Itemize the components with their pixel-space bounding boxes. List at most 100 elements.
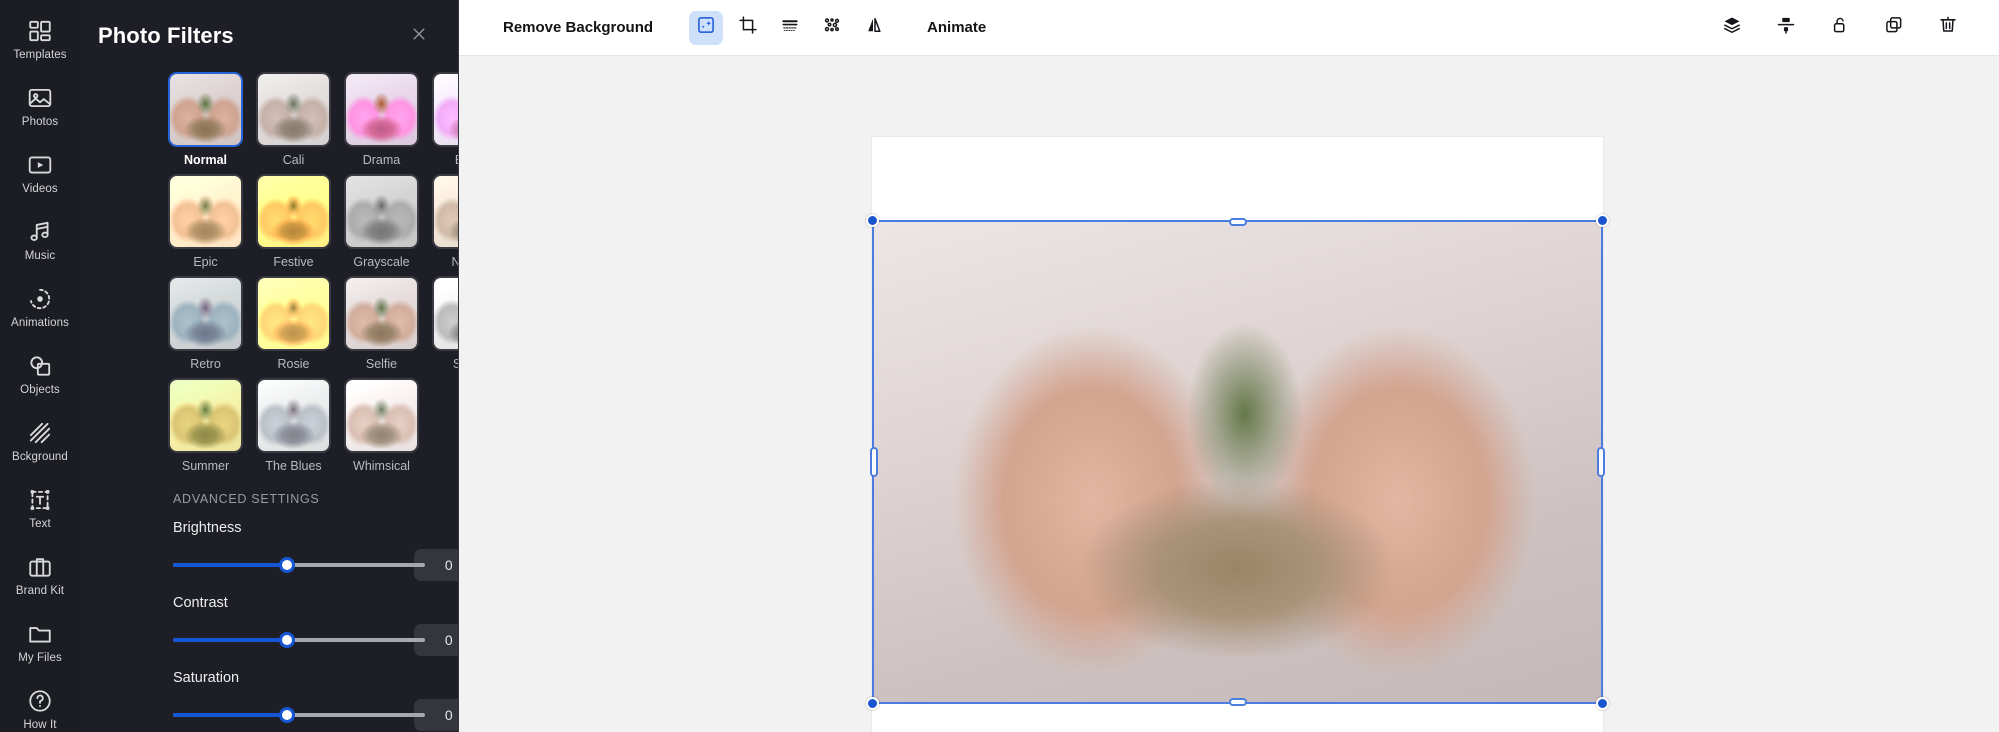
advanced-settings-heading: ADVANCED SETTINGS: [173, 492, 320, 506]
filter-label: Selfie: [365, 357, 398, 371]
sidebar-item-objects[interactable]: Objects: [0, 341, 80, 408]
adjustment-slider[interactable]: [173, 557, 425, 573]
filter-preview-image: [258, 278, 329, 349]
sidebar-item-label: How It: [23, 718, 57, 731]
sidebar-item-label: Bckground: [12, 450, 68, 463]
filter-cell[interactable]: Festive: [256, 174, 331, 270]
crop-icon: [738, 15, 758, 40]
filters-icon-button[interactable]: [689, 10, 724, 45]
sidebar-item-templates[interactable]: Templates: [0, 6, 80, 73]
filter-cell[interactable]: Epic: [168, 174, 243, 270]
filter-cell[interactable]: Nordic: [432, 174, 458, 270]
filter-label: Rosie: [277, 357, 310, 371]
sidebar-item-videos[interactable]: Videos: [0, 140, 80, 207]
slider-thumb[interactable]: [278, 707, 295, 723]
filter-label: The Blues: [265, 459, 322, 473]
filter-thumbnail: [256, 378, 331, 453]
help-icon: [27, 688, 53, 714]
advanced-controls: Brightness 0 Contrast 0 Saturation 0: [80, 520, 458, 731]
flip-icon-button[interactable]: [857, 11, 891, 45]
sidebar-item-label: Templates: [13, 48, 67, 61]
filter-label: Cali: [282, 153, 305, 167]
filter-grid: Normal Cali Drama Edge Epic Festive Grayscale N…: [168, 72, 458, 474]
sidebar-item-label: Animations: [11, 316, 69, 329]
photo-filters-panel: Photo Filters Normal Cali Drama Edge Epic Fes…: [80, 0, 459, 732]
filter-thumbnail: [344, 174, 419, 249]
sidebar-item-brand-kit[interactable]: Brand Kit: [0, 542, 80, 609]
close-button[interactable]: [402, 19, 436, 53]
duplicate-icon: [1884, 15, 1904, 40]
slider-thumb[interactable]: [278, 632, 295, 648]
effects-icon: [822, 15, 842, 40]
adjust-icon: [780, 15, 800, 40]
filter-preview-image: [258, 74, 329, 145]
filter-preview-image: [346, 74, 417, 145]
effects-icon-button[interactable]: [815, 11, 849, 45]
top-toolbar: Remove Background Animate: [459, 0, 1999, 56]
duplicate-button[interactable]: [1877, 11, 1911, 45]
slider-thumb[interactable]: [278, 557, 295, 573]
filter-cell[interactable]: Summer: [168, 378, 243, 474]
sidebar-item-label: Text: [29, 517, 51, 530]
left-rail: Templates Photos Videos Music Animations…: [0, 0, 80, 732]
filter-cell[interactable]: Drama: [344, 72, 419, 168]
filter-label: Festive: [273, 255, 314, 269]
adjustment-slider[interactable]: [173, 632, 425, 648]
sidebar-item-background[interactable]: Bckground: [0, 408, 80, 475]
sidebar-item-label: Objects: [20, 383, 60, 396]
canvas-photo[interactable]: [872, 220, 1603, 704]
sidebar-item-animations[interactable]: Animations: [0, 274, 80, 341]
remove-background-button[interactable]: Remove Background: [491, 11, 665, 44]
adjustment-label: Saturation: [173, 670, 240, 686]
objects-icon: [27, 353, 53, 379]
delete-button[interactable]: [1931, 11, 1965, 45]
align-button[interactable]: [1769, 11, 1803, 45]
adjustment-control: Contrast 0: [173, 595, 458, 656]
sidebar-item-my-files[interactable]: My Files: [0, 609, 80, 676]
filter-label: Retro: [190, 357, 221, 371]
filter-cell[interactable]: Retro: [168, 276, 243, 372]
crop-icon-button[interactable]: [731, 11, 765, 45]
sidebar-item-how-it-works[interactable]: How It: [0, 676, 80, 732]
filter-preview-image: [434, 74, 458, 145]
filter-cell[interactable]: Cali: [256, 72, 331, 168]
sidebar-item-label: My Files: [18, 651, 62, 664]
filter-cell[interactable]: Grayscale: [344, 174, 419, 270]
filter-label: Grayscale: [353, 255, 410, 269]
filter-thumbnail: [168, 276, 243, 351]
filter-cell[interactable]: Street: [432, 276, 458, 372]
animations-icon: [27, 286, 53, 312]
filter-cell[interactable]: Normal: [168, 72, 243, 168]
filter-cell[interactable]: Selfie: [344, 276, 419, 372]
adjustment-slider[interactable]: [173, 707, 425, 723]
filter-thumbnail: [344, 72, 419, 147]
filter-preview-image: [434, 176, 458, 247]
filter-cell[interactable]: Edge: [432, 72, 458, 168]
filter-label: Edge: [432, 152, 458, 168]
filter-cell[interactable]: Whimsical: [344, 378, 419, 474]
filter-thumbnail: [432, 174, 458, 249]
filter-cell[interactable]: Rosie: [256, 276, 331, 372]
sidebar-item-music[interactable]: Music: [0, 207, 80, 274]
text-icon: [27, 487, 53, 513]
canvas-area[interactable]: [459, 56, 1999, 732]
unlock-button[interactable]: [1823, 11, 1857, 45]
filter-thumbnail: [344, 276, 419, 351]
sidebar-item-text[interactable]: Text: [0, 475, 80, 542]
slider-fill: [173, 563, 287, 567]
animate-button[interactable]: Animate: [915, 11, 998, 44]
page-title: Photo Filters: [98, 23, 234, 48]
toolbar-right-group: [1711, 11, 1977, 45]
filter-preview-image: [170, 176, 241, 247]
filter-preview-image: [346, 278, 417, 349]
close-icon: [410, 25, 428, 48]
flip-icon: [864, 15, 884, 40]
filter-cell[interactable]: The Blues: [256, 378, 331, 474]
filter-thumbnail: [168, 378, 243, 453]
layers-button[interactable]: [1715, 11, 1749, 45]
filter-thumbnail: [256, 174, 331, 249]
sidebar-item-photos[interactable]: Photos: [0, 73, 80, 140]
adjust-icon-button[interactable]: [773, 11, 807, 45]
adjustment-control: Brightness 0: [173, 520, 458, 581]
align-icon: [1776, 15, 1796, 40]
